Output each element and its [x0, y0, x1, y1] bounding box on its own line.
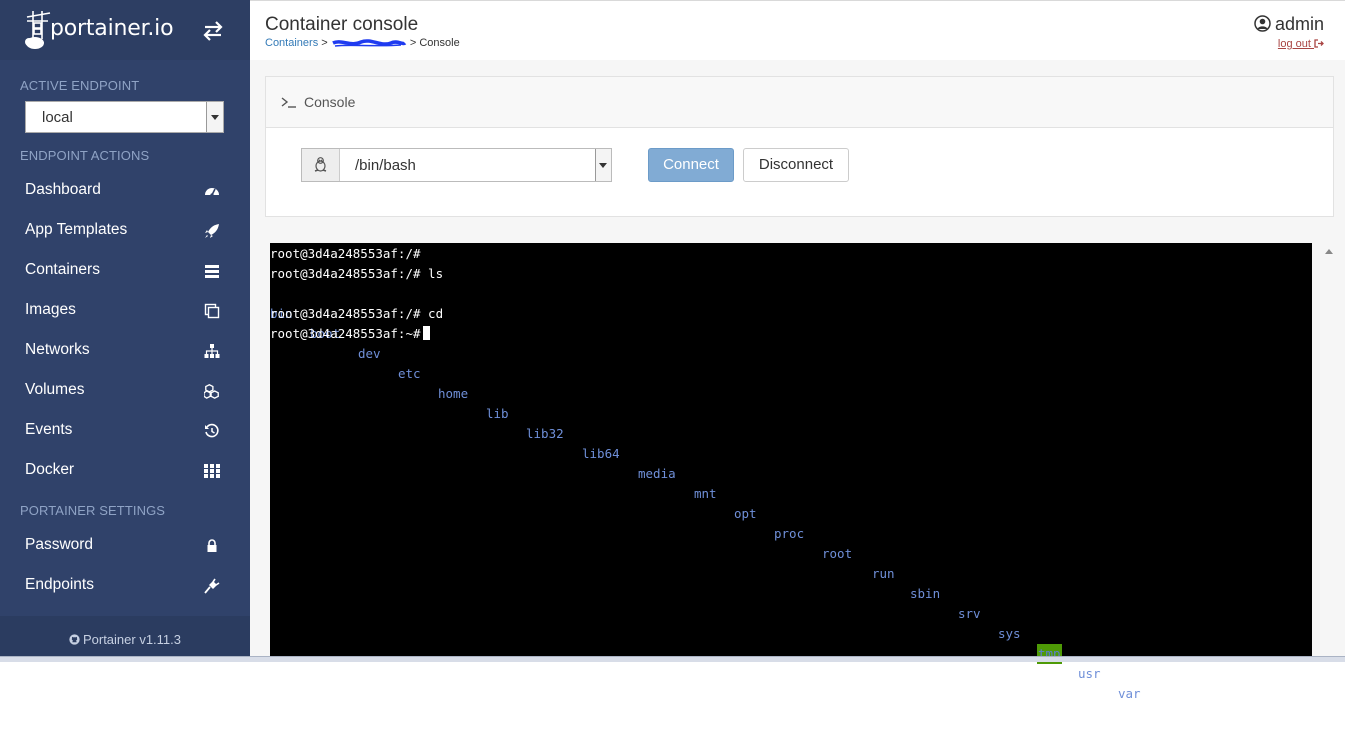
page-title: Container console: [265, 14, 419, 35]
terminal-cursor: [422, 326, 430, 340]
ls-entry: proc: [774, 526, 805, 541]
breadcrumb-containers-link[interactable]: Containers: [265, 37, 318, 49]
terminal-ls-output: bin boot dev etc home lib lib32 lib64 me…: [270, 284, 1312, 721]
terminal-line: root@3d4a248553af:/#: [270, 246, 421, 261]
rocket-icon: [205, 224, 219, 238]
sidebar-item-label: Endpoints: [25, 576, 94, 593]
linux-icon: [314, 157, 327, 172]
ls-entry: sys: [998, 626, 1021, 641]
sign-out-icon: [1314, 39, 1324, 48]
sidebar-item-label: Password: [25, 536, 94, 553]
sidebar-item-label: Dashboard: [25, 181, 101, 198]
ls-entry: etc: [398, 366, 421, 381]
username: admin: [1274, 14, 1324, 34]
ls-entry: opt: [734, 506, 757, 521]
clone-icon: [204, 303, 220, 319]
sidebar-item-images[interactable]: Images: [0, 291, 250, 329]
active-endpoint-heading: ACTIVE ENDPOINT: [20, 78, 140, 93]
sidebar-item-label: Containers: [25, 261, 100, 278]
terminal-prompt: root@3d4a248553af:~#: [270, 326, 421, 341]
sidebar-item-dashboard[interactable]: Dashboard: [0, 171, 250, 209]
ls-entry: lib32: [526, 426, 564, 441]
ls-entry: lib64: [582, 446, 620, 461]
sidebar-item-label: Volumes: [25, 381, 85, 398]
redacted-container-name[interactable]: [331, 38, 407, 48]
terminal-icon: [281, 97, 296, 108]
logout-link[interactable]: log out: [1278, 38, 1324, 50]
sidebar-item-endpoints[interactable]: Endpoints: [0, 566, 250, 604]
terminal-prompt-line: root@3d4a248553af:~#: [270, 324, 430, 344]
sidebar-item-docker[interactable]: Docker: [0, 451, 250, 489]
portainer-settings-heading: PORTAINER SETTINGS: [20, 503, 166, 518]
connect-button[interactable]: Connect: [648, 148, 734, 182]
ls-entry: srv: [958, 606, 981, 621]
sidebar-item-networks[interactable]: Networks: [0, 331, 250, 369]
sidebar-item-label: Docker: [25, 461, 75, 478]
sidebar-item-password[interactable]: Password: [0, 526, 250, 564]
lock-icon: [207, 539, 217, 552]
taskbar-strip: [0, 656, 1345, 662]
brand-name: portainer.io: [50, 16, 174, 41]
sitemap-icon: [204, 344, 220, 358]
sidebar-item-containers[interactable]: Containers: [0, 251, 250, 289]
breadcrumb: Containers > > Console: [265, 37, 460, 49]
server-icon: [205, 265, 219, 278]
ls-entry: version: [1158, 706, 1211, 721]
ls-entry: mnt: [694, 486, 717, 501]
chevron-down-icon[interactable]: [595, 149, 611, 181]
ls-entry: home: [438, 386, 469, 401]
user-menu: admin: [1254, 14, 1324, 35]
sidebar-item-label: Images: [25, 301, 76, 318]
ls-entry: sbin: [910, 586, 941, 601]
terminal[interactable]: root@3d4a248553af:/# root@3d4a248553af:/…: [270, 243, 1312, 721]
cubes-icon: [204, 384, 219, 399]
sidebar-item-app-templates[interactable]: App Templates: [0, 211, 250, 249]
sidebar: portainer.io ACTIVE ENDPOINT local ENDPO…: [0, 0, 250, 662]
breadcrumb-separator: >: [321, 37, 328, 49]
brand-bar: portainer.io: [0, 0, 250, 60]
ls-entry: media: [638, 466, 676, 481]
ls-entry: usr: [1078, 666, 1101, 681]
user-circle-icon: [1254, 15, 1271, 32]
endpoint-actions-heading: ENDPOINT ACTIONS: [20, 148, 150, 163]
sidebar-item-label: App Templates: [25, 221, 128, 238]
shell-select-value: /bin/bash: [355, 157, 416, 174]
sidebar-item-label: Networks: [25, 341, 90, 358]
plug-icon: [204, 578, 220, 594]
widget-header: Console: [266, 77, 1333, 128]
sidebar-item-label: Events: [25, 421, 73, 438]
history-icon: [205, 423, 219, 438]
sidebar-item-volumes[interactable]: Volumes: [0, 371, 250, 409]
breadcrumb-separator: >: [409, 37, 417, 49]
ls-entry: dev: [358, 346, 381, 361]
ls-entry: run: [872, 566, 895, 581]
endpoint-select-value: local: [42, 109, 73, 126]
version-label[interactable]: Portainer v1.11.3: [83, 632, 181, 647]
shell-addon: [302, 149, 340, 181]
tachometer-icon: [205, 188, 219, 197]
ls-entry: root: [822, 546, 853, 561]
ls-entry: var: [1118, 686, 1141, 701]
sidebar-item-events[interactable]: Events: [0, 411, 250, 449]
ls-entry: lib: [486, 406, 509, 421]
th-icon: [204, 464, 220, 478]
scroll-up-arrow-icon[interactable]: [1325, 249, 1333, 254]
exchange-icon[interactable]: [201, 20, 225, 42]
endpoint-select[interactable]: local: [25, 101, 224, 133]
terminal-line: root@3d4a248553af:/# cd: [270, 306, 444, 321]
logout-label: log out: [1277, 38, 1311, 50]
main-content: Console /bin/bash Connect Disconnect roo…: [250, 60, 1345, 721]
chevron-down-icon[interactable]: [206, 102, 223, 132]
widget-title: Console: [304, 94, 356, 110]
console-widget: Console /bin/bash Connect Disconnect: [265, 76, 1334, 217]
disconnect-button[interactable]: Disconnect: [743, 148, 849, 182]
terminal-line: root@3d4a248553af:/# ls: [270, 266, 444, 281]
breadcrumb-current: Console: [419, 37, 460, 49]
page-header: Container console Containers > > Console…: [250, 0, 1345, 60]
github-icon[interactable]: [69, 634, 80, 645]
scrollbar[interactable]: [1312, 243, 1345, 662]
shell-select[interactable]: /bin/bash: [301, 148, 612, 182]
